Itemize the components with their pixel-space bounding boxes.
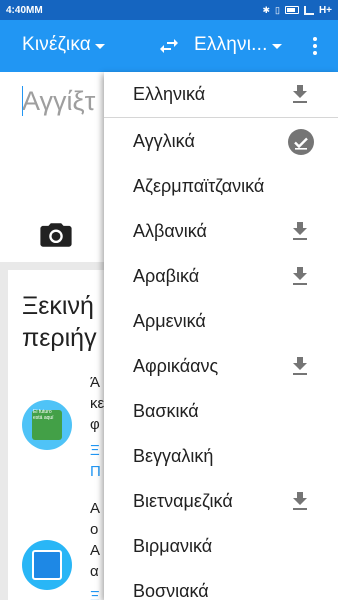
text-cursor: [22, 86, 23, 116]
menu-item-label: Βιετναμεζικά: [133, 491, 233, 511]
menu-item-label: Αζερμπαϊτζανικά: [133, 176, 265, 196]
download-icon[interactable]: [292, 492, 308, 510]
card-title: Ξεκινή περιήγ: [22, 290, 97, 354]
download-icon[interactable]: [292, 357, 308, 375]
card-title-line2: περιήγ: [22, 324, 97, 352]
item1-line2: κε: [90, 395, 105, 412]
item2-link1[interactable]: Ξ: [90, 586, 100, 600]
image1-caption: El futuro está aquí: [33, 409, 54, 421]
chevron-down-icon: [94, 43, 105, 49]
feature-image-1: El futuro está aquí: [22, 400, 72, 450]
menu-item-basque[interactable]: Βασκικά: [104, 389, 338, 434]
item1-link2[interactable]: Π: [90, 461, 101, 482]
menu-item-afrikaans[interactable]: Αφρικάανς: [104, 344, 338, 389]
item1-line3: φ: [90, 416, 100, 433]
item1-line1: Ά: [90, 374, 101, 391]
item2-line3: Α: [90, 542, 101, 559]
bluetooth-icon: ✱: [262, 4, 270, 15]
menu-item-burmese[interactable]: Βιρμανικά: [104, 524, 338, 569]
check-circle-icon: [288, 129, 314, 155]
item1-link1[interactable]: Ξ: [90, 440, 100, 461]
more-vert-icon[interactable]: [309, 34, 321, 58]
menu-item-azerbaijani[interactable]: Αζερμπαϊτζανικά: [104, 164, 338, 209]
item2-line1: Α: [90, 500, 101, 517]
vibrate-icon: ▯: [274, 4, 280, 15]
menu-item-vietnamese[interactable]: Βιετναμεζικά: [104, 479, 338, 524]
target-language-label: Ελληνι...: [194, 34, 268, 55]
feature-image-2: [22, 540, 72, 590]
input-placeholder[interactable]: Αγγίξτ: [22, 86, 95, 117]
item2-line2: ο: [90, 521, 99, 538]
menu-item-label: Αλβανικά: [133, 221, 207, 241]
chevron-down-icon: [271, 43, 282, 49]
status-bar: 4:40MM ✱ ▯ H+: [0, 0, 338, 20]
menu-item-bosnian[interactable]: Βοσνιακά: [104, 569, 338, 600]
menu-item-label: Αραβικά: [133, 266, 200, 286]
card-title-line1: Ξεκινή: [22, 292, 94, 320]
menu-item-label: Ελληνικά: [133, 84, 206, 104]
menu-item-label: Βεγγαλική: [133, 446, 214, 466]
menu-item-label: Βασκικά: [133, 401, 199, 421]
menu-item-albanian[interactable]: Αλβανικά: [104, 209, 338, 254]
download-icon[interactable]: [292, 267, 308, 285]
battery-icon: [284, 6, 299, 14]
item2-line4: α: [90, 563, 99, 580]
download-icon[interactable]: [292, 222, 308, 240]
menu-item-arabic[interactable]: Αραβικά: [104, 254, 338, 299]
image1-caption-line2: está aquí: [33, 415, 54, 421]
menu-item-label: Αγγλικά: [133, 131, 195, 151]
language-dropdown-menu: Ελληνικά Αγγλικά Αζερμπαϊτζανικά Αλβανικ…: [104, 72, 338, 600]
camera-icon[interactable]: [40, 222, 72, 248]
menu-divider: [104, 117, 338, 118]
download-icon[interactable]: [292, 85, 308, 103]
menu-item-greek[interactable]: Ελληνικά: [104, 72, 338, 117]
menu-item-label: Βοσνιακά: [133, 581, 209, 600]
target-language-selector[interactable]: Ελληνι...: [194, 34, 282, 56]
menu-item-bengali[interactable]: Βεγγαλική: [104, 434, 338, 479]
swap-icon[interactable]: [157, 34, 181, 58]
menu-item-label: Βιρμανικά: [133, 536, 213, 556]
menu-item-label: Αρμενικά: [133, 311, 206, 331]
status-time: 4:40MM: [6, 4, 43, 16]
menu-item-english[interactable]: Αγγλικά: [104, 119, 338, 164]
menu-item-label: Αφρικάανς: [133, 356, 219, 376]
signal-icon: [303, 5, 314, 15]
network-type: H+: [318, 4, 332, 16]
menu-item-armenian[interactable]: Αρμενικά: [104, 299, 338, 344]
source-language-label: Κινέζικα: [22, 34, 91, 55]
source-language-selector[interactable]: Κινέζικα: [22, 34, 105, 56]
app-bar: Κινέζικα Ελληνι...: [0, 20, 338, 72]
